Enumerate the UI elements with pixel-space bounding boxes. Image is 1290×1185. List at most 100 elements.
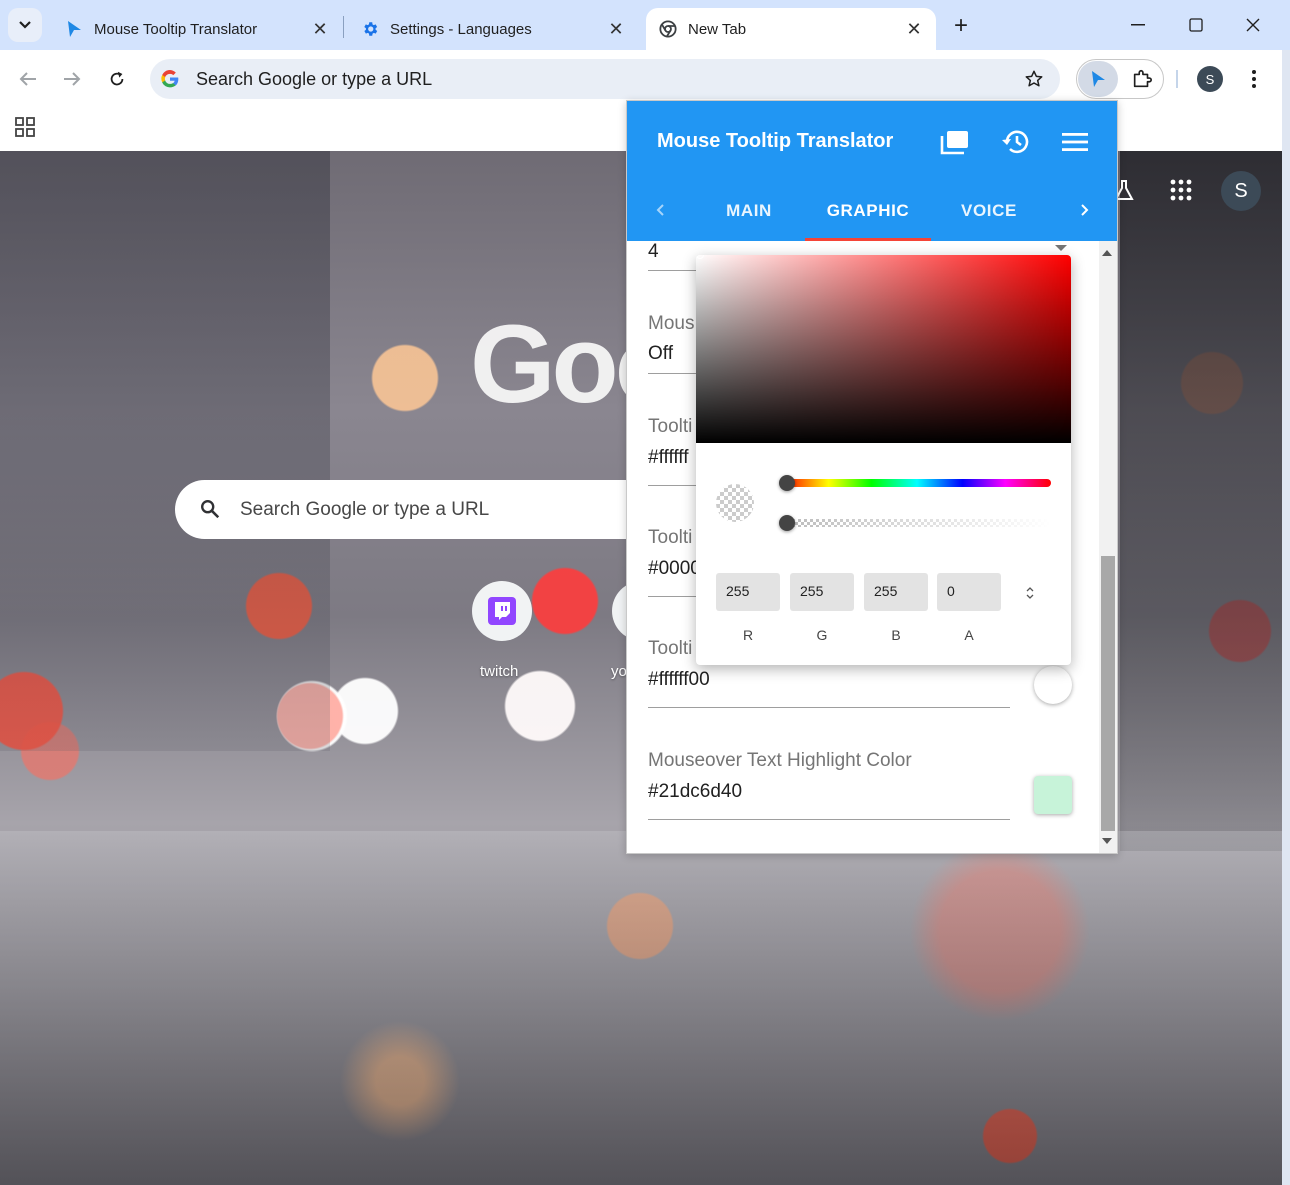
address-bar-text: Search Google or type a URL [196, 69, 433, 89]
maximize-button[interactable] [1176, 10, 1216, 40]
popup-page-button[interactable] [938, 125, 972, 159]
scroll-up-arrow[interactable] [1102, 250, 1112, 256]
tab-search-button[interactable] [8, 8, 42, 42]
tab-settings-languages[interactable]: Settings - Languages ✕ [348, 8, 638, 50]
select-value: 4 [648, 241, 659, 262]
field-value: #0000 [648, 558, 701, 579]
address-bar[interactable]: Search Google or type a URL [150, 59, 1060, 99]
highlight-color-swatch[interactable] [1034, 776, 1072, 814]
field-label: Toolti [648, 638, 693, 659]
back-button[interactable] [12, 63, 44, 95]
tab-new-tab[interactable]: New Tab ✕ [646, 8, 936, 50]
minimize-icon [1131, 24, 1145, 26]
tab-title: New Tab [688, 20, 747, 38]
blue-input[interactable]: 255 [864, 573, 928, 611]
hamburger-menu-icon [1062, 133, 1088, 151]
kebab-menu-icon [1252, 70, 1256, 88]
history-icon [1002, 130, 1029, 154]
color-mode-toggle[interactable] [1022, 583, 1038, 603]
close-icon[interactable]: ✕ [904, 19, 924, 39]
apps-grid-icon[interactable] [14, 116, 36, 138]
extensions-menu-button[interactable] [1126, 63, 1158, 95]
tab-graphic[interactable]: GRAPHIC [805, 201, 931, 241]
search-icon [201, 500, 220, 519]
ntp-search-box[interactable]: Search Google or type a URL [175, 480, 655, 539]
arrow-right-icon [64, 72, 81, 86]
tab-main[interactable]: MAIN [687, 201, 811, 241]
google-account-avatar[interactable]: S [1221, 171, 1261, 211]
tabs-scroll-right-button[interactable] [1074, 199, 1096, 221]
field-label: Mous [648, 313, 695, 334]
popup-title: Mouse Tooltip Translator [657, 130, 894, 152]
saturation-value-area[interactable] [696, 255, 1071, 443]
new-tab-button[interactable]: + [946, 12, 976, 40]
green-label: G [816, 627, 828, 643]
maximize-icon [1189, 18, 1203, 32]
mouse-tooltip-extension-button[interactable] [1078, 61, 1118, 97]
close-icon [1246, 18, 1260, 32]
field-label: Toolti [648, 416, 693, 437]
highlight-color-field[interactable]: Mouseover Text Highlight Color #21dc6d40 [648, 747, 1010, 820]
chevron-down-icon [19, 21, 31, 29]
tab-strip: Mouse Tooltip Translator ✕ Settings - La… [0, 0, 1290, 50]
close-icon[interactable]: ✕ [606, 19, 626, 39]
background-photo-road [0, 831, 1282, 1185]
tab-title: Mouse Tooltip Translator [94, 20, 258, 38]
color-preview [716, 484, 754, 522]
google-g-icon [161, 70, 179, 88]
tooltip-background-color-swatch[interactable] [1034, 666, 1072, 704]
settings-gear-icon [360, 19, 380, 39]
chevron-right-icon [1081, 204, 1089, 216]
alpha-slider[interactable] [783, 519, 1051, 527]
red-input[interactable]: 255 [716, 573, 780, 611]
minimize-button[interactable] [1118, 10, 1158, 40]
close-icon[interactable]: ✕ [310, 19, 330, 39]
up-down-arrows-icon [1026, 587, 1034, 599]
extension-cursor-icon [64, 19, 84, 39]
chevron-left-icon [656, 204, 664, 216]
chevron-down-icon[interactable] [1055, 245, 1067, 251]
ntp-search-placeholder: Search Google or type a URL [240, 499, 490, 520]
tab-voice[interactable]: VOICE [927, 201, 1051, 241]
profile-avatar[interactable]: S [1197, 66, 1223, 92]
reload-button[interactable] [101, 63, 133, 95]
toolbar-separator [1176, 70, 1178, 88]
chrome-menu-button[interactable] [1242, 64, 1266, 94]
field-value: #ffffff00 [648, 669, 710, 690]
popup-header: Mouse Tooltip Translator MAIN GRAPHIC VO… [627, 101, 1117, 241]
puzzle-icon [1133, 69, 1152, 88]
google-apps-icon[interactable] [1170, 179, 1192, 201]
alpha-input[interactable]: 0 [937, 573, 1001, 611]
tab-mouse-tooltip-translator[interactable]: Mouse Tooltip Translator ✕ [52, 8, 342, 50]
background-photo-building [1120, 151, 1282, 851]
alpha-label: A [964, 627, 974, 643]
field-label: Toolti [648, 527, 693, 548]
field-value: Off [648, 343, 673, 364]
twitch-icon [488, 597, 516, 625]
history-button[interactable] [998, 125, 1032, 159]
close-window-button[interactable] [1233, 10, 1273, 40]
blue-label: B [891, 627, 901, 643]
hue-slider-knob[interactable] [779, 475, 795, 491]
menu-button[interactable] [1058, 125, 1092, 159]
scrollbar-thumb[interactable] [1101, 556, 1115, 831]
stack-cards-icon [940, 131, 968, 155]
scroll-down-arrow[interactable] [1102, 838, 1112, 844]
tabs-scroll-left-button[interactable] [649, 199, 671, 221]
hue-slider[interactable] [783, 479, 1051, 487]
shortcut-label: twitch [480, 663, 519, 680]
arrow-left-icon [19, 72, 36, 86]
green-input[interactable]: 255 [790, 573, 854, 611]
background-photo-building [0, 151, 330, 751]
alpha-slider-knob[interactable] [779, 515, 795, 531]
field-value: #21dc6d40 [648, 781, 743, 802]
chrome-icon [658, 19, 678, 39]
forward-button[interactable] [56, 63, 88, 95]
field-label: Mouseover Text Highlight Color [648, 750, 912, 771]
saturation-cursor[interactable] [696, 255, 704, 259]
tab-title: Settings - Languages [390, 20, 532, 38]
reload-icon [110, 71, 124, 86]
shortcut-tile-twitch[interactable] [472, 581, 532, 641]
tab-separator [343, 16, 344, 38]
bookmark-star-icon[interactable] [1022, 67, 1046, 91]
